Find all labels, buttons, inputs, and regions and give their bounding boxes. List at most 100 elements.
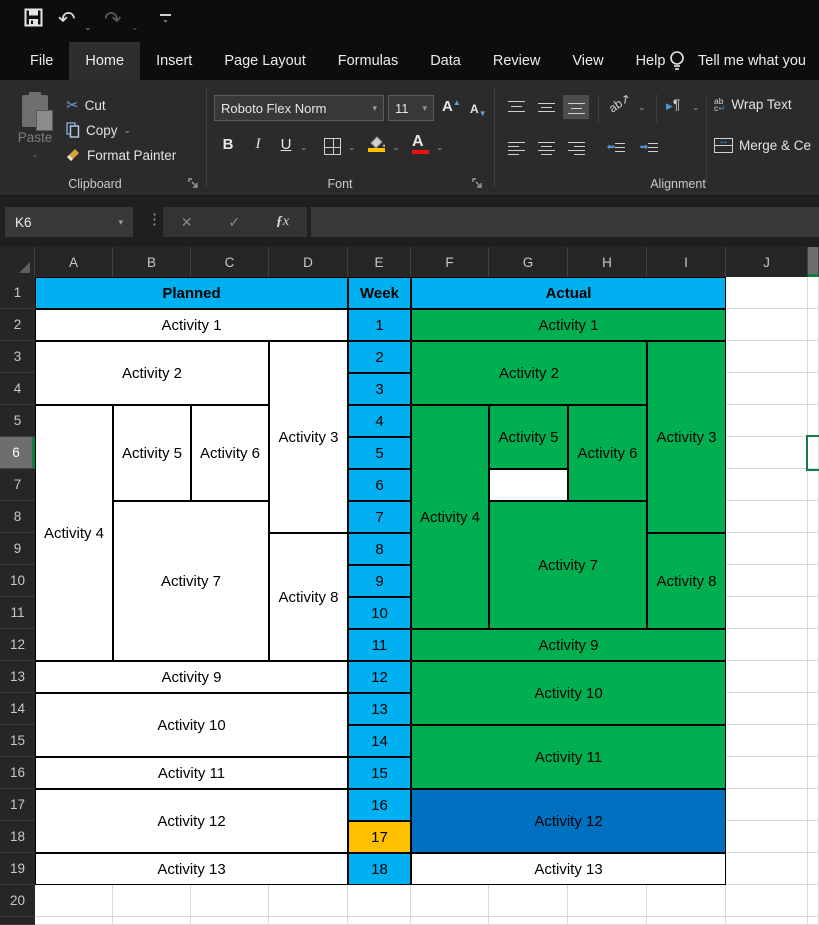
row-header-21[interactable] (0, 917, 35, 925)
cell[interactable] (808, 277, 819, 309)
cell[interactable] (726, 341, 808, 373)
font-name-combobox[interactable]: Roboto Flex Norm▾ (214, 95, 384, 121)
column-header-e[interactable]: E (348, 247, 411, 277)
week-cell[interactable]: 12 (348, 661, 411, 693)
cell[interactable] (726, 373, 808, 405)
name-box-resize-handle[interactable]: ⋮ (147, 210, 162, 228)
week-cell[interactable]: 13 (348, 693, 411, 725)
cell[interactable] (726, 789, 808, 821)
cell[interactable] (808, 693, 819, 725)
actual-block[interactable]: Activity 5 (489, 405, 568, 469)
row-header-5[interactable]: 5 (0, 405, 35, 437)
cell[interactable] (726, 437, 808, 469)
week-cell[interactable]: 15 (348, 757, 411, 789)
redo-icon[interactable]: ↷ (104, 9, 122, 31)
wrap-text-button[interactable]: abc↵ Wrap Text (714, 97, 792, 112)
week-cell[interactable]: 18 (348, 853, 411, 885)
header-cell-week[interactable]: Week (348, 277, 411, 309)
column-header-d[interactable]: D (269, 247, 348, 277)
tab-data[interactable]: Data (414, 42, 477, 80)
cell[interactable] (489, 885, 568, 917)
week-cell[interactable]: 17 (348, 821, 411, 853)
column-header-j[interactable]: J (726, 247, 808, 277)
week-cell[interactable]: 7 (348, 501, 411, 533)
cell[interactable] (726, 565, 808, 597)
row-header-13[interactable]: 13 (0, 661, 35, 693)
cell[interactable] (808, 789, 819, 821)
orientation-dropdown-icon[interactable]: ⌄ (638, 102, 646, 113)
row-header-20[interactable]: 20 (0, 885, 35, 917)
copy-button[interactable]: Copy ⌄ (66, 122, 131, 138)
row-header-3[interactable]: 3 (0, 341, 35, 373)
cell[interactable] (726, 309, 808, 341)
row-header-17[interactable]: 17 (0, 789, 35, 821)
planned-block[interactable]: Activity 1 (35, 309, 348, 341)
column-header-c[interactable]: C (191, 247, 269, 277)
planned-block[interactable]: Activity 5 (113, 405, 191, 501)
row-header-15[interactable]: 15 (0, 725, 35, 757)
tab-page-layout[interactable]: Page Layout (208, 42, 321, 80)
fill-color-dropdown-icon[interactable]: ⌄ (392, 142, 400, 153)
cell[interactable] (113, 917, 191, 925)
actual-block[interactable]: Activity 13 (411, 853, 726, 885)
row-header-6[interactable]: 6 (0, 437, 35, 469)
row-header-18[interactable]: 18 (0, 821, 35, 853)
cell[interactable] (726, 277, 808, 309)
week-cell[interactable]: 2 (348, 341, 411, 373)
cell[interactable] (808, 885, 819, 917)
row-header-2[interactable]: 2 (0, 309, 35, 341)
actual-block[interactable]: Activity 7 (489, 501, 647, 629)
save-icon[interactable] (24, 8, 43, 27)
text-direction-icon[interactable]: ▶¶ (666, 96, 680, 112)
undo-dropdown-icon[interactable]: ⌄ (84, 16, 92, 38)
cell[interactable] (35, 885, 113, 917)
cell[interactable] (808, 309, 819, 341)
align-right-button[interactable] (563, 135, 589, 159)
align-middle-button[interactable] (533, 95, 559, 119)
cell[interactable] (726, 853, 808, 885)
actual-block[interactable]: Activity 1 (411, 309, 726, 341)
cell[interactable] (808, 373, 819, 405)
column-header-g[interactable]: G (489, 247, 568, 277)
cell[interactable] (808, 757, 819, 789)
cell[interactable] (808, 341, 819, 373)
cell[interactable] (808, 917, 819, 925)
cell[interactable] (489, 917, 568, 925)
formula-input[interactable] (311, 207, 819, 237)
header-cell-planned[interactable]: Planned (35, 277, 348, 309)
actual-block[interactable]: Activity 2 (411, 341, 647, 405)
row-header-16[interactable]: 16 (0, 757, 35, 789)
cell[interactable] (411, 885, 489, 917)
fill-color-button[interactable] (368, 134, 386, 148)
cell[interactable] (808, 597, 819, 629)
planned-block[interactable]: Activity 3 (269, 341, 348, 533)
align-top-button[interactable] (503, 95, 529, 119)
cell[interactable] (808, 853, 819, 885)
week-cell[interactable]: 5 (348, 437, 411, 469)
actual-block[interactable]: Activity 8 (647, 533, 726, 629)
cancel-icon[interactable]: ✕ (181, 214, 193, 231)
underline-dropdown-icon[interactable]: ⌄ (300, 142, 308, 153)
row-header-8[interactable]: 8 (0, 501, 35, 533)
cell[interactable] (726, 885, 808, 917)
tab-file[interactable]: File (14, 42, 69, 80)
cell[interactable] (808, 725, 819, 757)
cell[interactable] (808, 469, 819, 501)
underline-button[interactable]: U (276, 136, 296, 153)
row-header-4[interactable]: 4 (0, 373, 35, 405)
insert-function-icon[interactable]: ƒx (276, 214, 289, 230)
merge-center-button[interactable]: ↔ Merge & Ce (714, 138, 811, 153)
cell[interactable] (191, 917, 269, 925)
week-cell[interactable]: 1 (348, 309, 411, 341)
actual-block[interactable]: Activity 6 (568, 405, 647, 501)
cell[interactable] (726, 917, 808, 925)
tab-home[interactable]: Home (69, 42, 140, 80)
undo-icon[interactable]: ↶ (58, 9, 76, 31)
italic-button[interactable]: I (248, 136, 268, 153)
paste-button[interactable]: Paste ⌄ (8, 92, 62, 170)
cell[interactable] (269, 885, 348, 917)
decrease-font-size-button[interactable]: A▼ (470, 100, 487, 118)
cell[interactable] (808, 565, 819, 597)
text-direction-dropdown-icon[interactable]: ⌄ (692, 102, 700, 113)
row-header-7[interactable]: 7 (0, 469, 35, 501)
